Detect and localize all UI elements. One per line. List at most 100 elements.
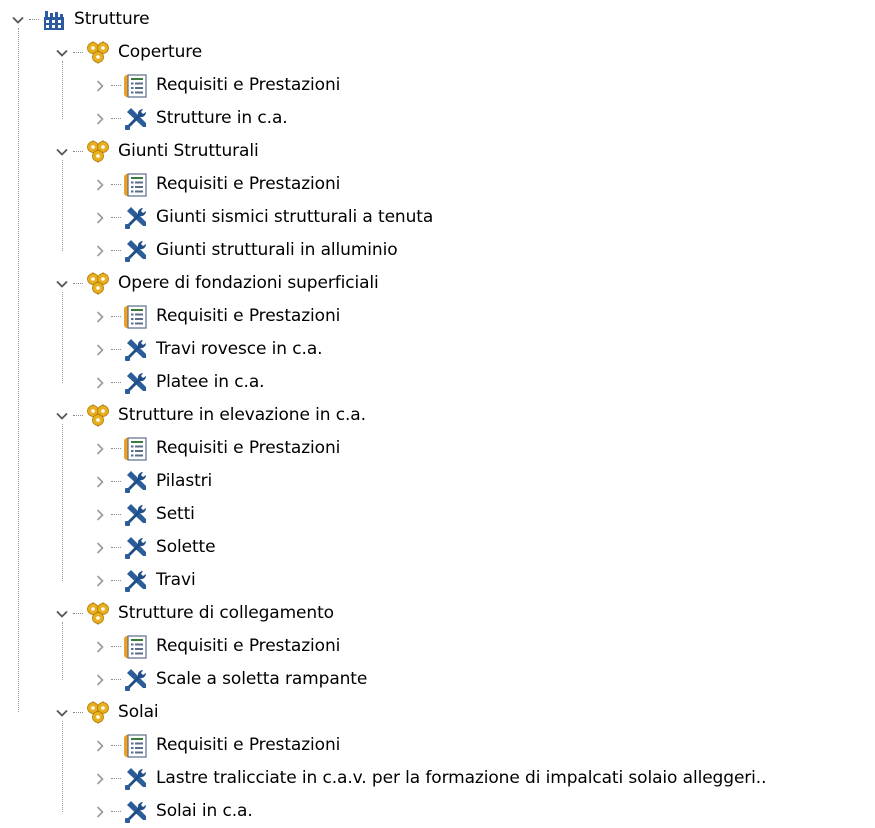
tree-connector [73,711,83,714]
tree-node-label: Requisiti e Prestazioni [156,75,341,95]
tools-icon [122,765,150,793]
tree-node-item[interactable]: Giunti strutturali in alluminio [90,234,398,267]
tree-node-root[interactable]: Strutture [8,3,150,36]
tree-node-label: Strutture [74,9,150,29]
chevron-right-icon[interactable] [90,69,110,102]
tree-connector [111,513,121,516]
building-icon [40,6,68,34]
chevron-right-icon[interactable] [90,333,110,366]
chevron-right-icon[interactable] [90,795,110,828]
tree-connector [111,645,121,648]
document-icon [122,732,150,760]
tree-node-label: Requisiti e Prestazioni [156,636,341,656]
tree-node-label: Giunti sismici strutturali a tenuta [156,207,434,227]
tree-node-group[interactable]: Coperture [52,36,202,69]
chevron-right-icon[interactable] [90,432,110,465]
tree-node-item[interactable]: Solette [90,531,216,564]
document-icon [122,303,150,331]
document-icon [122,72,150,100]
gears-icon [84,699,112,727]
tree-node-item[interactable]: Giunti sismici strutturali a tenuta [90,201,433,234]
chevron-right-icon[interactable] [90,630,110,663]
gears-icon [84,39,112,67]
tree-node-item[interactable]: Lastre tralicciate in c.a.v. per la form… [90,762,767,795]
tree-connector [111,216,121,219]
chevron-right-icon[interactable] [90,465,110,498]
tree-guide-line [62,61,63,119]
tree-node-group[interactable]: Giunti Strutturali [52,135,259,168]
chevron-right-icon[interactable] [90,498,110,531]
tools-icon [122,369,150,397]
tree-node-label: Giunti Strutturali [118,141,259,161]
tree-node-label: Solette [156,537,216,557]
tree-node-label: Strutture in elevazione in c.a. [118,405,366,425]
tree-node-item[interactable]: Travi [90,564,196,597]
tree-node-item[interactable]: Requisiti e Prestazioni [90,69,340,102]
chevron-right-icon[interactable] [90,102,110,135]
tree-node-item[interactable]: Requisiti e Prestazioni [90,630,340,663]
chevron-right-icon[interactable] [90,531,110,564]
tools-icon [122,237,150,265]
tree-node-label: Requisiti e Prestazioni [156,735,341,755]
tree-guide-line [18,28,19,712]
tree-node-item[interactable]: Requisiti e Prestazioni [90,300,340,333]
chevron-right-icon[interactable] [90,762,110,795]
chevron-right-icon[interactable] [90,201,110,234]
tools-icon [122,336,150,364]
gears-icon [84,600,112,628]
tree-node-group[interactable]: Opere di fondazioni superficiali [52,267,379,300]
gears-icon [84,138,112,166]
tree-connector [111,579,121,582]
tree-connector [111,480,121,483]
tree-node-label: Travi [156,570,196,590]
tree-node-label: Pilastri [156,471,213,491]
tools-icon [122,534,150,562]
tree-node-item[interactable]: Setti [90,498,195,531]
tree-node-group[interactable]: Solai [52,696,159,729]
tree-connector [111,315,121,318]
tree-connector [111,447,121,450]
chevron-right-icon[interactable] [90,168,110,201]
tree-connector [111,744,121,747]
chevron-right-icon[interactable] [90,663,110,696]
tree-connector [73,282,83,285]
tree-connector [111,546,121,549]
chevron-right-icon[interactable] [90,234,110,267]
chevron-right-icon[interactable] [90,366,110,399]
tools-icon [122,501,150,529]
tree-node-label: Requisiti e Prestazioni [156,174,341,194]
tree-connector [111,183,121,186]
chevron-right-icon[interactable] [90,300,110,333]
tree-node-label: Lastre tralicciate in c.a.v. per la form… [156,768,767,788]
tree-node-group[interactable]: Strutture di collegamento [52,597,334,630]
structure-tree: Strutture Coperture Requisiti e Prestazi… [0,0,875,825]
tree-connector [73,414,83,417]
tree-node-item[interactable]: Strutture in c.a. [90,102,288,135]
tools-icon [122,798,150,826]
tree-guide-line [62,424,63,581]
tree-node-group[interactable]: Strutture in elevazione in c.a. [52,399,366,432]
tree-node-label: Scale a soletta rampante [156,669,368,689]
tree-connector [111,810,121,813]
tree-node-label: Coperture [118,42,203,62]
tree-node-item[interactable]: Requisiti e Prestazioni [90,432,340,465]
tools-icon [122,666,150,694]
tools-icon [122,204,150,232]
tree-node-item[interactable]: Requisiti e Prestazioni [90,168,340,201]
tree-node-item[interactable]: Pilastri [90,465,212,498]
tree-connector [111,381,121,384]
gears-icon [84,270,112,298]
tree-node-item[interactable]: Platee in c.a. [90,366,265,399]
tree-node-item[interactable]: Scale a soletta rampante [90,663,367,696]
chevron-right-icon[interactable] [90,564,110,597]
tree-guide-line [62,622,63,680]
tree-node-item[interactable]: Requisiti e Prestazioni [90,729,340,762]
tree-guide-line [62,721,63,812]
document-icon [122,633,150,661]
tree-node-label: Requisiti e Prestazioni [156,438,341,458]
tree-node-item[interactable]: Travi rovesce in c.a. [90,333,323,366]
tree-node-label: Opere di fondazioni superficiali [118,273,379,293]
tree-node-item[interactable]: Solai in c.a. [90,795,253,828]
tree-connector [111,249,121,252]
chevron-right-icon[interactable] [90,729,110,762]
